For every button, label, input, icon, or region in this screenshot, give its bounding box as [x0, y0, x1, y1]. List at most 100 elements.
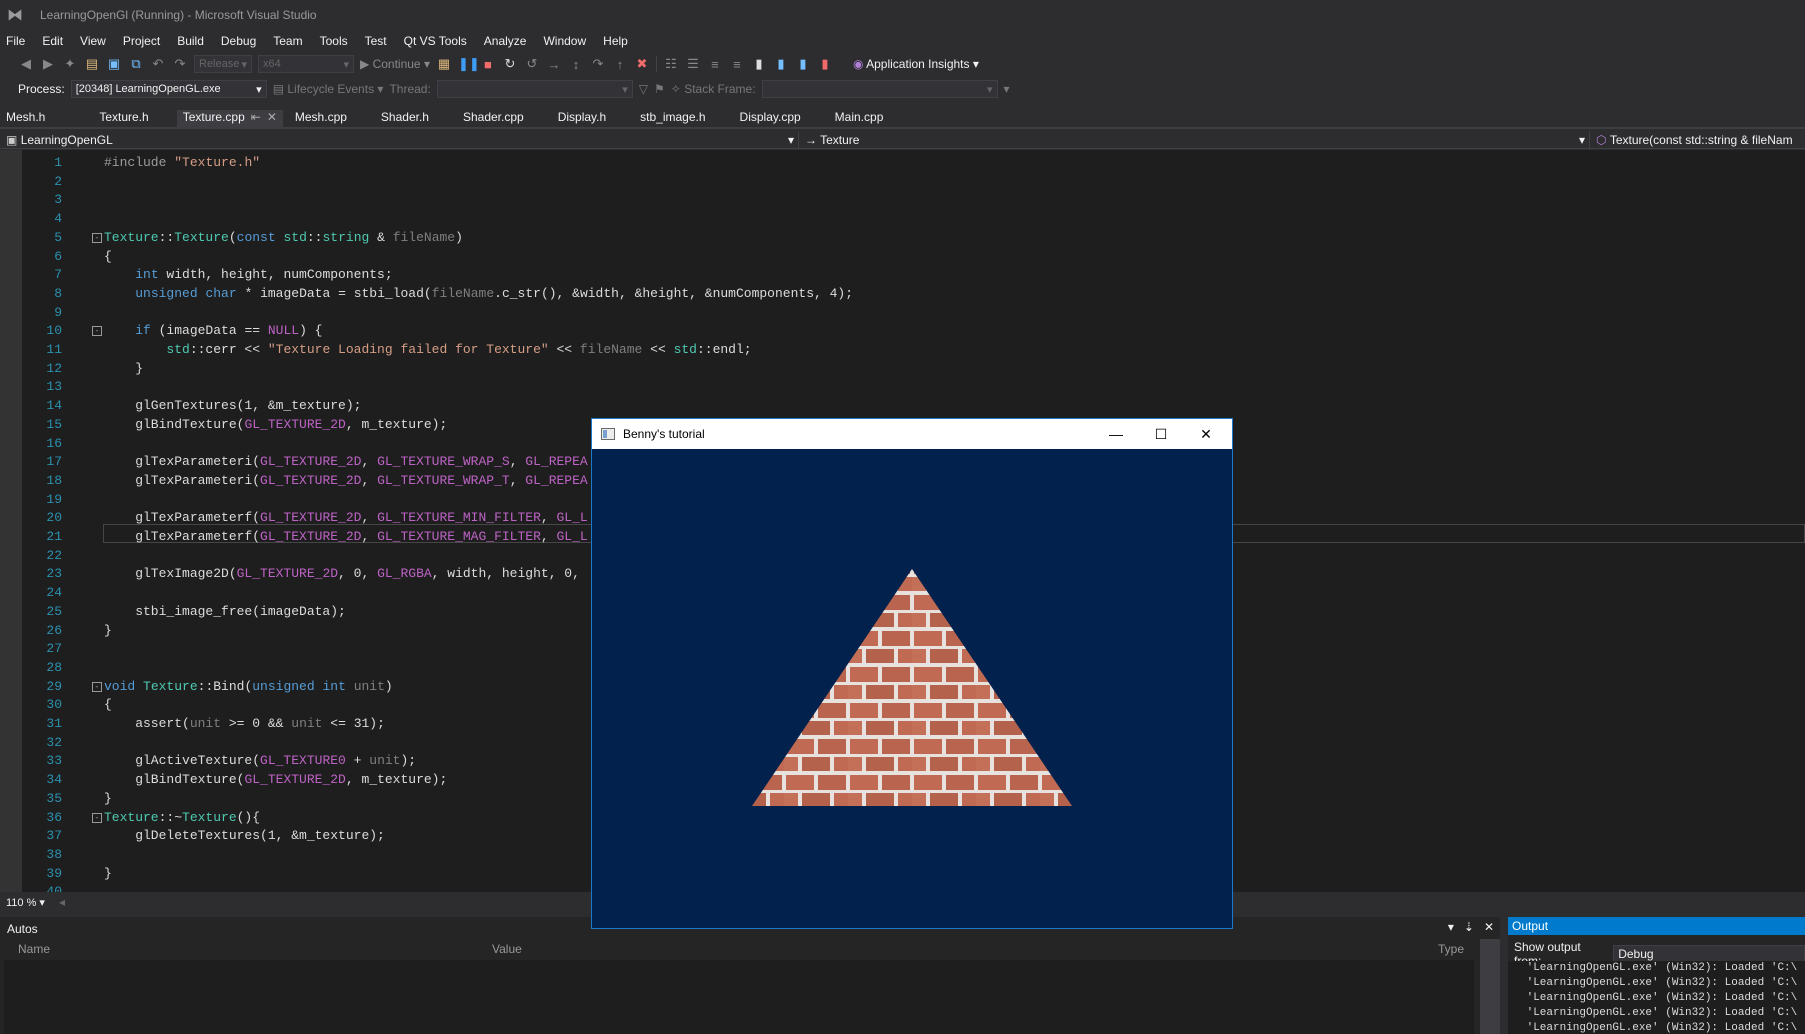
menu-analyze[interactable]: Analyze: [484, 34, 527, 48]
toolbar-overflow-icon[interactable]: ▾: [1004, 82, 1010, 96]
show-next-statement-icon[interactable]: ↺: [524, 56, 540, 72]
application-insights-button[interactable]: ◉ Application Insights ▾: [853, 57, 979, 71]
code-line[interactable]: 9: [0, 304, 1805, 323]
stack-frame-select[interactable]: ▾: [761, 80, 998, 98]
code-line[interactable]: 4: [0, 210, 1805, 229]
pin-icon[interactable]: ⇣: [1464, 920, 1474, 934]
collapse-icon[interactable]: -: [92, 812, 102, 823]
tab-mesh-h[interactable]: Mesh.h: [0, 110, 51, 127]
tab-texture-cpp[interactable]: Texture.cpp ⇤ ✕: [176, 110, 283, 127]
code-line[interactable]: 6{: [0, 248, 1805, 267]
breakpoints-icon[interactable]: ✖: [634, 56, 650, 72]
comment-icon[interactable]: ≡: [707, 57, 723, 72]
step-over-icon[interactable]: ↕: [568, 57, 584, 72]
code-line[interactable]: 5 - Texture::Texture(const std::string & f…: [0, 229, 1805, 248]
close-icon[interactable]: ✕: [267, 110, 277, 124]
tab-shader-h[interactable]: Shader.h: [375, 110, 435, 127]
flag-icon[interactable]: ⚑: [654, 82, 665, 96]
collapse-icon[interactable]: -: [92, 681, 102, 692]
save-icon[interactable]: ▣: [106, 56, 122, 72]
tab-display-cpp[interactable]: Display.cpp: [734, 110, 807, 127]
menu-window[interactable]: Window: [543, 34, 586, 48]
opengl-window-titlebar[interactable]: Benny's tutorial — ☐ ✕: [592, 419, 1232, 449]
close-icon[interactable]: ✕: [1484, 920, 1494, 934]
menu-edit[interactable]: Edit: [42, 34, 63, 48]
code-line[interactable]: 12 }: [0, 360, 1805, 379]
back-icon[interactable]: ◀: [18, 56, 34, 72]
save-all-icon[interactable]: ⧉: [128, 56, 144, 72]
platform-select[interactable]: x64 ▾: [258, 55, 354, 73]
scroll-left-icon[interactable]: ◂: [59, 895, 65, 909]
collapse-icon[interactable]: -: [92, 326, 102, 337]
undo-icon[interactable]: ↶: [150, 56, 166, 72]
code-line[interactable]: 10 - if (imageData == NULL) {: [0, 322, 1805, 341]
next-bookmark-icon[interactable]: ▮: [795, 56, 811, 72]
step-out-icon[interactable]: ↷: [590, 56, 606, 72]
minimize-button[interactable]: —: [1093, 419, 1139, 449]
lifecycle-events-button[interactable]: ▤ Lifecycle Events ▾: [273, 82, 384, 96]
code-line[interactable]: 2: [0, 173, 1805, 192]
menu-debug[interactable]: Debug: [221, 34, 256, 48]
pause-icon[interactable]: ❚❚: [458, 56, 480, 72]
column-value[interactable]: Value: [492, 942, 522, 956]
code-line[interactable]: 11 std::cerr << "Texture Loading failed …: [0, 341, 1805, 360]
clear-bookmarks-icon[interactable]: ▮: [817, 56, 833, 72]
tab-shader-cpp[interactable]: Shader.cpp: [457, 110, 530, 127]
tab-stb-image-h[interactable]: stb_image.h: [634, 110, 711, 127]
thread-select[interactable]: ▾: [436, 80, 633, 98]
opengl-render-canvas[interactable]: [592, 449, 1232, 928]
output-text[interactable]: 'LearningOpenGL.exe' (Win32): Loaded 'C:…: [1508, 961, 1805, 1034]
code-line[interactable]: 14 glGenTextures(1, &m_texture);: [0, 397, 1805, 416]
opengl-app-window[interactable]: Benny's tutorial — ☐ ✕: [591, 418, 1233, 929]
menu-test[interactable]: Test: [365, 34, 387, 48]
menu-file[interactable]: File: [6, 34, 25, 48]
menu-team[interactable]: Team: [273, 34, 302, 48]
tab-main-cpp[interactable]: Main.cpp: [829, 110, 890, 127]
code-line[interactable]: 13: [0, 378, 1805, 397]
redo-icon[interactable]: ↷: [172, 56, 188, 72]
step-into-icon[interactable]: →: [546, 57, 562, 72]
open-file-icon[interactable]: ▤: [84, 56, 100, 72]
tab-texture-h[interactable]: Texture.h: [93, 110, 154, 127]
autos-scrollbar[interactable]: [1480, 939, 1500, 1034]
indent-icon[interactable]: ☰: [685, 56, 701, 72]
code-line[interactable]: 3: [0, 191, 1805, 210]
menu-qt-vs-tools[interactable]: Qt VS Tools: [404, 34, 467, 48]
process-select[interactable]: [20348] LearningOpenGL.exe ▾: [70, 80, 267, 98]
column-name[interactable]: Name: [18, 942, 50, 956]
maximize-button[interactable]: ☐: [1138, 419, 1184, 449]
configuration-select[interactable]: Release ▾: [194, 55, 252, 73]
tab-mesh-cpp[interactable]: Mesh.cpp: [289, 110, 353, 127]
filter-icon[interactable]: ▽: [639, 82, 648, 96]
dropdown-icon[interactable]: ▾: [1448, 920, 1454, 934]
menu-project[interactable]: Project: [123, 34, 160, 48]
code-line[interactable]: 7 int width, height, numComponents;: [0, 266, 1805, 285]
collapse-icon[interactable]: -: [92, 232, 102, 243]
menu-view[interactable]: View: [80, 34, 106, 48]
menu-tools[interactable]: Tools: [320, 34, 348, 48]
autos-list[interactable]: [4, 960, 1474, 1034]
scope-select[interactable]: → Texture ▾: [799, 131, 1590, 148]
forward-icon[interactable]: ▶: [40, 56, 56, 72]
close-button[interactable]: ✕: [1183, 419, 1229, 449]
attach-icon[interactable]: ▦: [436, 56, 452, 72]
code-line[interactable]: 8 unsigned char * imageData = stbi_load(…: [0, 285, 1805, 304]
code-line[interactable]: 1 #include "Texture.h": [0, 154, 1805, 173]
zoom-level[interactable]: 110 % ▾: [6, 896, 45, 909]
restart-icon[interactable]: ↻: [502, 56, 518, 72]
prev-bookmark-icon[interactable]: ▮: [773, 56, 789, 72]
menu-help[interactable]: Help: [603, 34, 628, 48]
tab-display-h[interactable]: Display.h: [552, 110, 612, 127]
column-type[interactable]: Type: [1438, 942, 1464, 956]
continue-button[interactable]: ▶ Continue ▾: [360, 57, 430, 71]
menu-build[interactable]: Build: [177, 34, 204, 48]
stop-icon[interactable]: ■: [480, 57, 496, 72]
uncomment-icon[interactable]: ≡: [729, 57, 745, 72]
bookmark-icon[interactable]: ▮: [751, 56, 767, 72]
member-select[interactable]: ⬡ Texture(const std::string & fileNam: [1590, 132, 1805, 148]
step-up-icon[interactable]: ↑: [612, 57, 628, 72]
format-icon[interactable]: ☷: [663, 56, 679, 72]
project-select[interactable]: ▣ LearningOpenGL ▾: [0, 131, 799, 148]
new-project-icon[interactable]: ✦: [62, 56, 78, 72]
pin-icon[interactable]: ⇤: [251, 110, 261, 124]
